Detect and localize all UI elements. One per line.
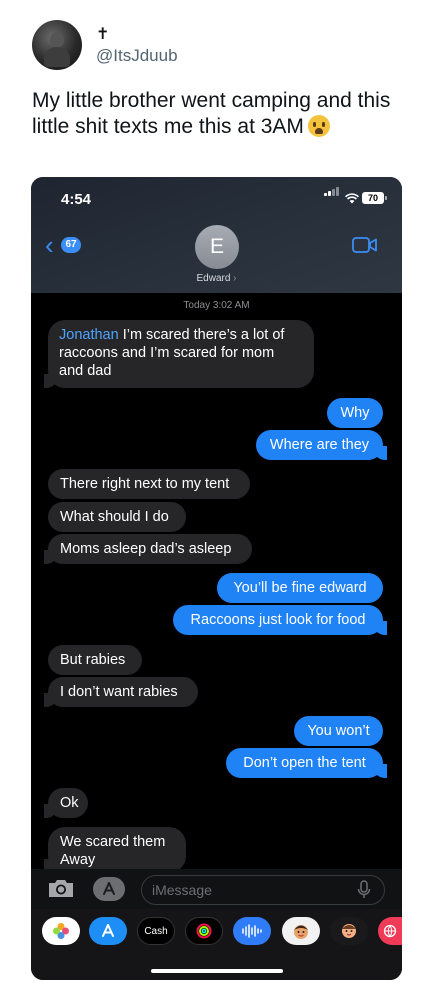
contact-name-row[interactable]: Edward › (31, 273, 402, 284)
avatar-silhouette-body (44, 47, 70, 67)
message-text: I’m scared there’s a lot of (122, 327, 285, 343)
mention-jonathan[interactable]: Jonathan (59, 327, 119, 343)
memoji-stickers-icon[interactable] (282, 917, 320, 945)
message-input-bar: iMessage (31, 869, 402, 909)
message-text: We scared them (60, 834, 166, 850)
message-bubble-incoming[interactable]: What should I do (48, 502, 186, 532)
message-text: You’ll be fine edward (233, 580, 367, 596)
message-bubble-outgoing[interactable]: You’ll be fine edward (217, 573, 383, 603)
message-text: Moms asleep dad’s asleep (60, 541, 232, 557)
message-bubble-incoming[interactable]: Moms asleep dad’s asleep (44, 534, 252, 564)
tweet-text: My little brother went camping and this … (32, 88, 417, 140)
display-name[interactable]: ✝ (96, 24, 109, 44)
animoji-icon[interactable] (330, 917, 368, 945)
message-bubble-incoming[interactable]: There right next to my tent (48, 469, 250, 499)
imessage-input[interactable]: iMessage (141, 875, 385, 905)
message-text: and dad (59, 363, 112, 379)
tweet-body: My little brother went camping and this … (32, 89, 391, 138)
contact-avatar[interactable]: E (195, 225, 239, 269)
message-bubble-outgoing[interactable]: Don’t open the tent (226, 748, 387, 778)
message-text: Raccoons just look for food (190, 612, 366, 628)
message-text: You won’t (307, 723, 370, 739)
message-bubble-outgoing[interactable]: Why (327, 398, 383, 428)
microphone-icon[interactable] (357, 880, 371, 905)
imessage-app-drawer: Cash (31, 909, 402, 980)
message-bubble-incoming[interactable]: But rabies (48, 645, 142, 675)
message-bubble-outgoing[interactable]: Raccoons just look for food (173, 605, 387, 635)
message-bubble-incoming[interactable]: We scared them Away (44, 827, 186, 873)
loudly-crying-face-icon (307, 115, 330, 137)
message-text: I don’t want rabies (60, 684, 178, 700)
contact-name[interactable]: Edward (196, 273, 230, 284)
message-text: Why (340, 405, 370, 421)
user-handle[interactable]: @ItsJduub (96, 46, 178, 66)
unread-count-badge[interactable]: 67 (61, 237, 81, 253)
avatar-silhouette-head (50, 32, 64, 48)
message-text: What should I do (60, 509, 169, 525)
message-bubble-incoming[interactable]: I don’t want rabies (44, 677, 198, 707)
battery-icon: 70 (362, 192, 387, 204)
imessage-screenshot: 4:54 70 ‹ 67 E Edward › Today 3:02 AM Jo… (31, 177, 402, 980)
status-bar-time: 4:54 (61, 191, 92, 208)
wifi-icon (345, 192, 359, 207)
message-text: Ok (60, 795, 79, 811)
message-text: Don’t open the tent (243, 755, 366, 771)
message-text: raccoons and I’m scared for mom (59, 345, 275, 361)
message-timestamp: Today 3:02 AM (183, 300, 250, 311)
camera-icon[interactable] (47, 877, 75, 904)
message-bubble-incoming[interactable]: Jonathan I’m scared there’s a lot of racc… (44, 320, 314, 388)
message-text: Where are they (269, 437, 370, 453)
message-text: There right next to my tent (60, 476, 230, 492)
chevron-right-icon: › (233, 273, 237, 284)
message-text: Away (60, 852, 96, 868)
app-store-apps-icon[interactable] (93, 877, 125, 901)
audio-message-icon[interactable] (233, 917, 271, 945)
back-chevron-icon[interactable]: ‹ (45, 232, 54, 258)
photos-app-icon[interactable] (42, 917, 80, 945)
fitness-activity-icon[interactable] (185, 917, 223, 945)
facetime-video-icon[interactable] (352, 236, 378, 259)
apple-cash-icon[interactable]: Cash (137, 917, 175, 945)
home-indicator[interactable] (151, 969, 283, 973)
message-text: But rabies (60, 652, 126, 668)
message-bubble-outgoing[interactable]: You won’t (294, 716, 383, 746)
message-bubble-incoming[interactable]: Ok (44, 788, 88, 818)
conversation-header: 4:54 70 ‹ 67 E Edward › (31, 177, 402, 293)
profile-avatar[interactable] (32, 20, 82, 70)
message-bubble-outgoing[interactable]: Where are they (256, 430, 387, 460)
app-store-icon[interactable] (89, 917, 127, 945)
web-images-icon[interactable] (378, 917, 402, 945)
apple-cash-label: Cash (144, 925, 168, 937)
